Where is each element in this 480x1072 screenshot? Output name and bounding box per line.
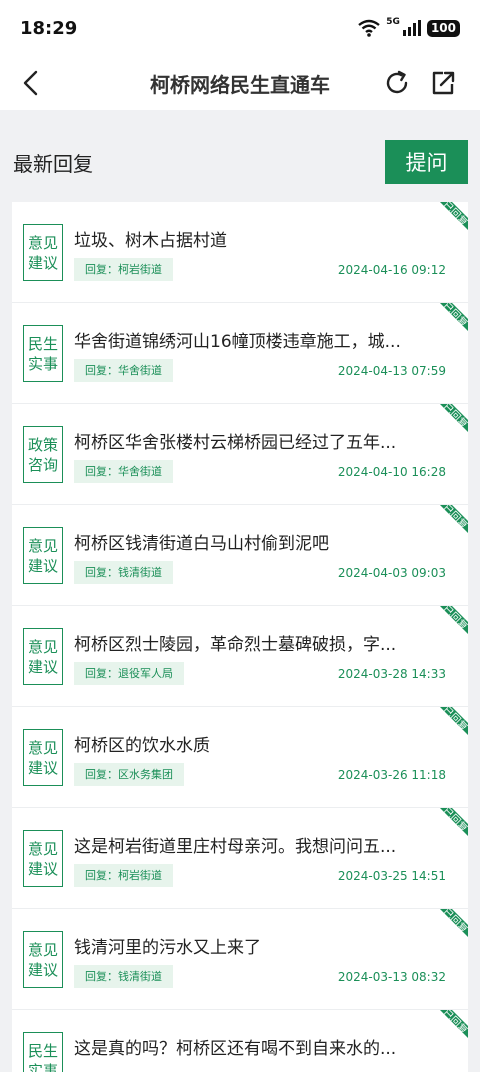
reply-card[interactable]: 政策 咨询 柯桥区华舍张楼村云梯桥园已经过了五年... 回复：华舍街道 2024… (12, 404, 468, 505)
signal-icon (402, 20, 421, 36)
category-tag: 政策 咨询 (23, 426, 63, 483)
reply-department-tag: 回复：柯岩街道 (74, 258, 173, 281)
replied-ribbon-text: 已回复 (440, 1010, 468, 1037)
category-line-1: 意见 (27, 840, 58, 858)
category-line-1: 意见 (27, 941, 58, 959)
replied-ribbon-icon: 已回复 (440, 303, 468, 331)
replied-ribbon-icon: 已回复 (440, 202, 468, 230)
reply-list: 意见 建议 垃圾、树木占据村道 回复：柯岩街道 2024-04-16 09:12… (12, 202, 468, 1072)
category-line-2: 建议 (27, 557, 58, 575)
category-line-2: 实事 (27, 355, 58, 373)
reply-card[interactable]: 意见 建议 柯桥区的饮水水质 回复：区水务集团 2024-03-26 11:18… (12, 707, 468, 808)
category-line-2: 咨询 (27, 456, 58, 474)
category-line-1: 民生 (27, 335, 58, 353)
category-tag: 意见 建议 (23, 729, 63, 786)
question-title: 垃圾、树木占据村道 (74, 231, 227, 251)
category-line-2: 建议 (27, 860, 58, 878)
reply-date: 2024-03-13 08:32 (337, 970, 446, 984)
replied-ribbon-icon: 已回复 (440, 505, 468, 533)
navigation-bar: 柯桥网络民生直通车 (0, 56, 480, 110)
question-title: 柯桥区的饮水水质 (74, 736, 210, 756)
status-icons: 5G 100 (358, 17, 460, 37)
category-line-2: 实事 (27, 1062, 58, 1072)
reply-card[interactable]: 民生 实事 这是真的吗？柯桥区还有喝不到自来水的... 已回复 (12, 1010, 468, 1072)
reply-date: 2024-03-26 11:18 (337, 768, 446, 782)
category-line-1: 意见 (27, 537, 58, 555)
latest-replies-header: 最新回复 提问 (0, 110, 480, 202)
question-title: 这是真的吗？柯桥区还有喝不到自来水的... (74, 1039, 397, 1059)
reply-card[interactable]: 意见 建议 垃圾、树木占据村道 回复：柯岩街道 2024-04-16 09:12… (12, 202, 468, 303)
reply-card[interactable]: 民生 实事 华舍街道锦绣河山16幢顶楼违章施工，城... 回复：华舍街道 202… (12, 303, 468, 404)
ask-question-button[interactable]: 提问 (385, 140, 468, 184)
category-tag: 意见 建议 (23, 931, 63, 988)
reply-department-tag: 回复：柯岩街道 (74, 864, 173, 887)
reply-date: 2024-04-03 09:03 (337, 566, 446, 580)
replied-ribbon-text: 已回复 (440, 707, 468, 734)
reply-date: 2024-03-28 14:33 (337, 667, 446, 681)
category-tag: 民生 实事 (23, 325, 63, 382)
question-title: 柯桥区烈士陵园，革命烈士墓碑破损，字... (74, 635, 397, 655)
reply-date: 2024-04-10 16:28 (337, 465, 446, 479)
replied-ribbon-icon: 已回复 (440, 808, 468, 836)
category-line-2: 建议 (27, 254, 58, 272)
category-line-1: 民生 (27, 1042, 58, 1060)
reply-date: 2024-04-16 09:12 (337, 263, 446, 277)
reply-card[interactable]: 意见 建议 这是柯岩街道里庄村母亲河。我想问问五... 回复：柯岩街道 2024… (12, 808, 468, 909)
reply-card[interactable]: 意见 建议 柯桥区钱清街道白马山村偷到泥吧 回复：钱清街道 2024-04-03… (12, 505, 468, 606)
reply-card[interactable]: 意见 建议 钱清河里的污水又上来了 回复：钱清街道 2024-03-13 08:… (12, 909, 468, 1010)
replied-ribbon-text: 已回复 (440, 505, 468, 532)
replied-ribbon-icon: 已回复 (440, 404, 468, 432)
reply-department-tag: 回复：钱清街道 (74, 965, 173, 988)
category-line-1: 意见 (27, 638, 58, 656)
replied-ribbon-text: 已回复 (440, 808, 468, 835)
replied-ribbon-icon: 已回复 (440, 909, 468, 937)
reply-department-tag: 回复：华舍街道 (74, 359, 173, 382)
category-line-1: 政策 (27, 436, 58, 454)
section-title: 最新回复 (13, 152, 93, 176)
share-icon[interactable] (428, 68, 458, 98)
category-line-2: 建议 (27, 961, 58, 979)
category-line-2: 建议 (27, 759, 58, 777)
reply-department-tag: 回复：华舍街道 (74, 460, 173, 483)
replied-ribbon-text: 已回复 (440, 202, 468, 229)
category-tag: 民生 实事 (23, 1032, 63, 1072)
question-title: 这是柯岩街道里庄村母亲河。我想问问五... (74, 837, 397, 857)
category-tag: 意见 建议 (23, 830, 63, 887)
reply-department-tag: 回复：区水务集团 (74, 763, 184, 786)
status-time: 18:29 (20, 17, 78, 39)
question-title: 柯桥区钱清街道白马山村偷到泥吧 (74, 534, 329, 554)
status-bar: 18:29 5G 100 (0, 0, 480, 56)
replied-ribbon-text: 已回复 (440, 606, 468, 633)
reply-date: 2024-03-25 14:51 (337, 869, 446, 883)
reply-date: 2024-04-13 07:59 (337, 364, 446, 378)
question-title: 华舍街道锦绣河山16幢顶楼违章施工，城... (74, 332, 401, 352)
category-line-1: 意见 (27, 739, 58, 757)
question-title: 柯桥区华舍张楼村云梯桥园已经过了五年... (74, 433, 397, 453)
network-type-label: 5G (386, 17, 400, 27)
category-line-1: 意见 (27, 234, 58, 252)
reply-card[interactable]: 意见 建议 柯桥区烈士陵园，革命烈士墓碑破损，字... 回复：退役军人局 202… (12, 606, 468, 707)
reply-department-tag: 回复：钱清街道 (74, 561, 173, 584)
category-line-2: 建议 (27, 658, 58, 676)
refresh-icon[interactable] (382, 68, 412, 98)
replied-ribbon-text: 已回复 (440, 909, 468, 936)
reply-department-tag: 回复：退役军人局 (74, 662, 184, 685)
category-tag: 意见 建议 (23, 224, 63, 281)
battery-indicator: 100 (426, 19, 460, 37)
replied-ribbon-icon: 已回复 (440, 606, 468, 634)
replied-ribbon-text: 已回复 (440, 404, 468, 431)
replied-ribbon-text: 已回复 (440, 303, 468, 330)
category-tag: 意见 建议 (23, 628, 63, 685)
category-tag: 意见 建议 (23, 527, 63, 584)
replied-ribbon-icon: 已回复 (440, 707, 468, 735)
replied-ribbon-icon: 已回复 (440, 1010, 468, 1038)
wifi-icon (358, 19, 381, 37)
question-title: 钱清河里的污水又上来了 (74, 938, 261, 958)
